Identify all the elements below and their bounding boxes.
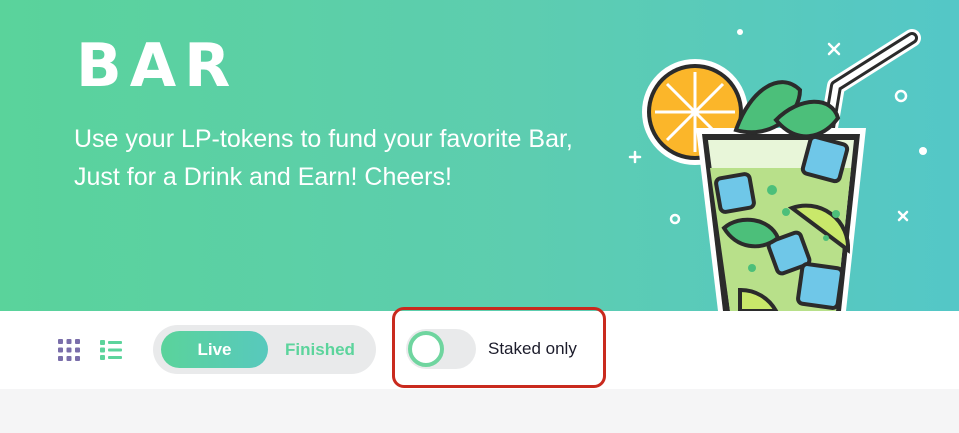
hero-banner: BAR Use your LP-tokens to fund your favo… (0, 0, 959, 311)
staked-only-label: Staked only (488, 339, 577, 358)
tab-finished[interactable]: Finished (270, 331, 370, 368)
status-tabs: Live Finished (153, 325, 376, 374)
grid-view-icon[interactable] (57, 338, 81, 362)
list-view-icon[interactable] (99, 338, 123, 362)
page-title: BAR (76, 31, 239, 101)
tab-live[interactable]: Live (161, 331, 268, 368)
cocktail-illustration (628, 29, 927, 311)
hero-subtitle-line-2: Just for a Drink and Earn! Cheers! (74, 163, 452, 191)
staked-only-toggle[interactable] (406, 329, 476, 369)
toolbar (0, 311, 959, 389)
hero-subtitle-line-1: Use your LP-tokens to fund your favorite… (74, 125, 573, 153)
toggle-knob (408, 331, 444, 367)
